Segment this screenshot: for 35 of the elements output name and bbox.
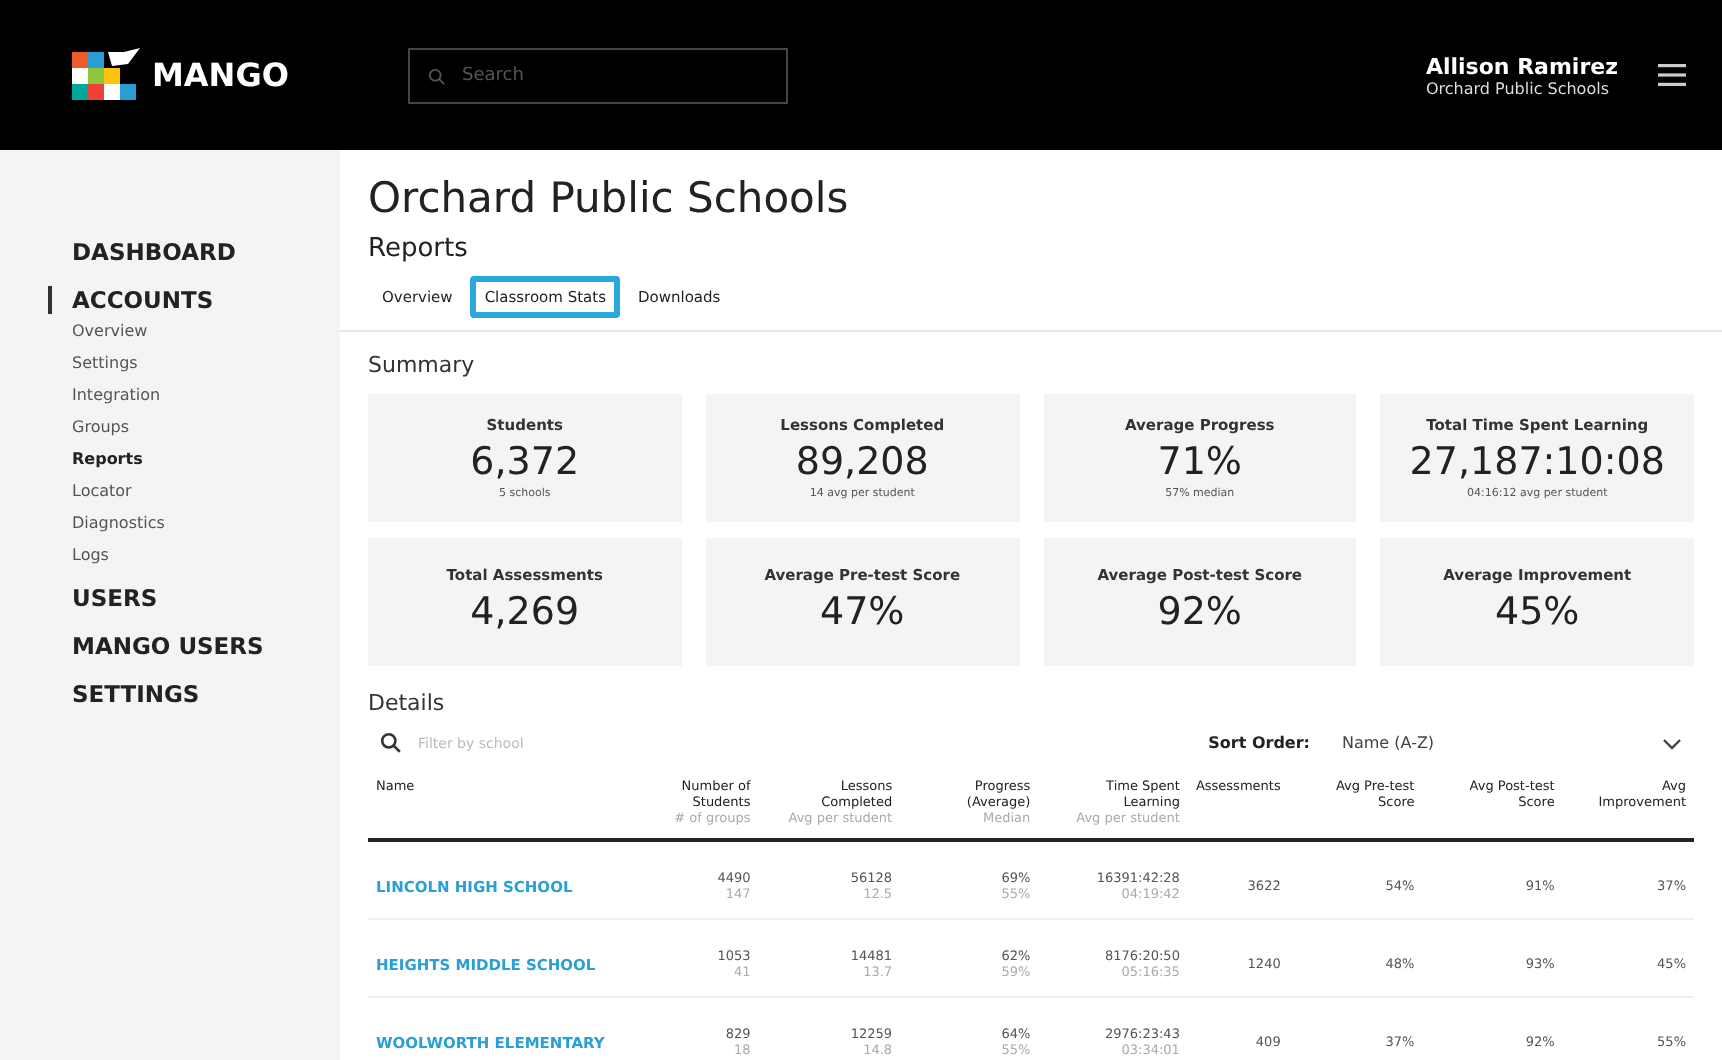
sort-label: Sort Order:: [1208, 734, 1310, 752]
sidebar-item[interactable]: Reports: [72, 450, 340, 468]
stat-value: 71%: [1157, 440, 1242, 484]
logo-icon: [72, 47, 140, 103]
sidebar-section[interactable]: MANGO USERS: [72, 632, 340, 660]
stat-value: 4,269: [470, 590, 580, 634]
stat-value: 47%: [820, 590, 905, 634]
sort-dropdown[interactable]: Name (A-Z): [1342, 734, 1682, 752]
page-title: Orchard Public Schools: [368, 174, 851, 222]
sidebar-item[interactable]: Overview: [72, 322, 340, 340]
sidebar-item[interactable]: Logs: [72, 546, 340, 564]
user-organization: Orchard Public Schools: [1425, 79, 1611, 97]
sidebar-item[interactable]: Groups: [72, 418, 340, 436]
sidebar-section[interactable]: DASHBOARD: [72, 238, 340, 266]
sidebar-item[interactable]: Settings: [72, 354, 340, 372]
search-icon: [380, 732, 402, 754]
stat-value: 45%: [1495, 590, 1580, 634]
logo-text: MANGO: [152, 56, 289, 94]
chevron-icon: [1662, 737, 1682, 749]
page-subtitle: Reports: [368, 234, 470, 264]
stat-value: 6,372: [470, 440, 580, 484]
stat-value: 89,208: [795, 440, 929, 484]
user-name: Allison Ramirez: [1425, 53, 1618, 79]
sidebar-item[interactable]: Integration: [72, 386, 340, 404]
section-heading: Summary: [368, 352, 477, 378]
section-heading: Details: [368, 690, 447, 716]
sidebar-item[interactable]: Diagnostics: [72, 514, 340, 532]
menu-icon[interactable]: [1658, 64, 1686, 86]
sidebar-section[interactable]: SETTINGS: [72, 680, 340, 708]
search-field[interactable]: Search: [408, 47, 788, 103]
sidebar-item[interactable]: Locator: [72, 482, 340, 500]
stat-value: 27,187:10:08: [1409, 440, 1665, 484]
search-icon: [428, 67, 446, 85]
stat-value: 92%: [1157, 590, 1242, 634]
sidebar-section[interactable]: USERS: [72, 584, 340, 612]
